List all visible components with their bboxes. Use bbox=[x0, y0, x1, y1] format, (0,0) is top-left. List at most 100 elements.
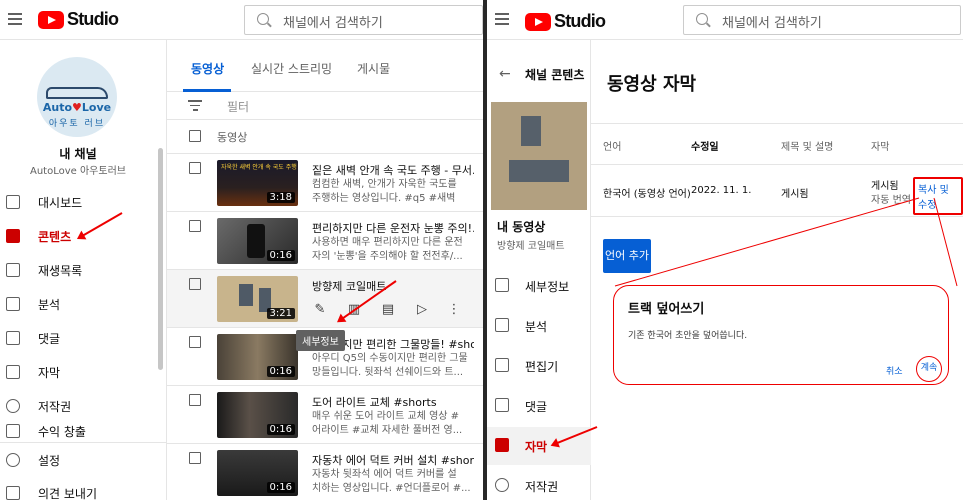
comments-icon bbox=[6, 331, 20, 345]
table-row[interactable]: 0:16 도어 라이트 교체 #shorts 매우 쉬운 도어 라이트 교체 영… bbox=[167, 386, 483, 444]
nav-settings[interactable]: 설정 bbox=[0, 443, 160, 477]
monetization-icon bbox=[6, 424, 20, 438]
row-title-status: 게시됨 bbox=[781, 189, 809, 200]
video-title[interactable]: 자동차 에어 덕트 커버 설치 #shorts bbox=[312, 452, 474, 468]
nav-analytics[interactable]: 분석 bbox=[0, 287, 160, 321]
top-bar: Studio 채널에서 검색하기 bbox=[0, 0, 483, 40]
filter-icon bbox=[188, 100, 202, 111]
table-row[interactable]: 0:16 자동차 에어 덕트 커버 설치 #shorts 자동차 뒷좌석 에어 … bbox=[167, 444, 483, 500]
filter-bar[interactable]: 필터 bbox=[167, 92, 483, 120]
nav-copyright[interactable]: 저작권 bbox=[487, 467, 591, 500]
table-row-hovered[interactable]: 3:21 방향제 코일매트 ✎ ▥ ▤ ▷ ⋮ bbox=[167, 270, 483, 328]
video-thumbnail[interactable]: 0:16 bbox=[217, 392, 298, 438]
search-box[interactable]: 채널에서 검색하기 bbox=[244, 5, 483, 35]
nav-editor[interactable]: 편집기 bbox=[487, 347, 591, 385]
nav-label: 대시보드 bbox=[38, 195, 83, 210]
video-title[interactable]: 짙은 새벽 안개 속 국도 주행 - 무서... bbox=[312, 162, 474, 178]
row-checkbox[interactable] bbox=[189, 394, 201, 406]
tab-live[interactable]: 실시간 스트리밍 bbox=[251, 60, 332, 77]
studio-logo[interactable]: Studio bbox=[525, 11, 606, 32]
desc-line: 자동차 뒷좌석 에어 덕트 커버를 설 bbox=[312, 469, 457, 480]
nav-playlists[interactable]: 재생목록 bbox=[0, 253, 160, 287]
pencil-icon[interactable]: ✎ bbox=[312, 302, 328, 318]
nav-comments[interactable]: 댓글 bbox=[0, 321, 160, 355]
nav-feedback[interactable]: 의견 보내기 bbox=[0, 476, 160, 500]
row-checkbox[interactable] bbox=[189, 278, 201, 290]
desc-line: 아우디 Q5의 수동이지만 편리한 그물 bbox=[312, 353, 468, 364]
column-language: 언어 bbox=[603, 142, 622, 153]
search-box[interactable]: 채널에서 검색하기 bbox=[683, 5, 961, 35]
continue-button[interactable]: 계속 bbox=[916, 356, 942, 382]
video-name: 방향제 코일매트 bbox=[497, 241, 565, 252]
search-icon bbox=[257, 13, 269, 25]
video-title[interactable]: 도어 라이트 교체 #shorts bbox=[312, 394, 474, 410]
subtitles-table-header: 언어 수정일 제목 및 설명 자막 bbox=[591, 123, 963, 165]
video-sidebar: ← 채널 콘텐츠 내 동영상 방향제 코일매트 세부정보 분석 편집기 댓글 자… bbox=[487, 40, 591, 500]
menu-icon[interactable] bbox=[8, 13, 22, 25]
video-duration: 0:16 bbox=[266, 250, 295, 261]
youtube-play-icon[interactable]: ▷ bbox=[414, 302, 430, 318]
studio-logo[interactable]: Studio bbox=[38, 9, 119, 30]
video-thumbnail[interactable]: 0:16 bbox=[217, 450, 298, 496]
cancel-button[interactable]: 취소 bbox=[886, 364, 903, 377]
channel-content-link[interactable]: 채널 콘텐츠 bbox=[525, 66, 584, 83]
row-checkbox[interactable] bbox=[189, 452, 201, 464]
video-thumbnail[interactable] bbox=[491, 102, 587, 210]
comments-icon[interactable]: ▤ bbox=[380, 302, 396, 318]
row-checkbox[interactable] bbox=[189, 336, 201, 348]
row-subtitle-status: 게시됨 bbox=[871, 181, 899, 192]
row-checkbox[interactable] bbox=[189, 162, 201, 174]
nav-details[interactable]: 세부정보 bbox=[487, 267, 591, 305]
video-title[interactable]: 편리하지만 다른 운전자 눈뽕 주의!... bbox=[312, 220, 474, 236]
table-row[interactable]: 자욱한 새벽 안개 속 국도 주행 3:18 짙은 새벽 안개 속 국도 주행 … bbox=[167, 154, 483, 212]
subtitles-table-row: 한국어 (동영상 언어) 2022. 11. 1. 게시됨 게시됨 자동 번역 … bbox=[591, 165, 963, 217]
nav-label: 분석 bbox=[38, 297, 61, 312]
more-options-icon[interactable]: ⋮ bbox=[446, 302, 462, 318]
page-title: 동영상 자막 bbox=[607, 74, 697, 95]
desc-line: 어라이트 #교체 자세한 풀버전 영... bbox=[312, 425, 463, 436]
row-modified: 2022. 11. 1. bbox=[691, 185, 752, 196]
row-checkbox[interactable] bbox=[189, 220, 201, 232]
nav-comments[interactable]: 댓글 bbox=[487, 387, 591, 425]
video-thumbnail[interactable]: 3:21 bbox=[217, 276, 298, 322]
sidebar-scrollbar[interactable] bbox=[158, 148, 163, 370]
video-thumbnail[interactable]: 0:16 bbox=[217, 218, 298, 264]
subtitles-main: 동영상 자막 언어 수정일 제목 및 설명 자막 한국어 (동영상 언어) 20… bbox=[591, 40, 963, 500]
select-all-checkbox[interactable] bbox=[189, 130, 201, 142]
column-modified[interactable]: 수정일 bbox=[691, 138, 719, 153]
overwrite-track-dialog: 트랙 덮어쓰기 기존 한국어 초안을 덮어씁니다. 취소 계속 bbox=[613, 285, 949, 385]
thumbnail-object bbox=[247, 224, 265, 258]
add-language-button[interactable]: 언어 추가 bbox=[603, 239, 651, 273]
nav-subtitles[interactable]: 자막 bbox=[487, 427, 591, 465]
avatar[interactable]: Auto♥Love 아우토 러브 bbox=[37, 57, 117, 137]
menu-icon[interactable] bbox=[495, 13, 509, 25]
logo-text: Studio bbox=[554, 11, 606, 31]
dashboard-icon bbox=[6, 195, 20, 209]
nav-label: 편집기 bbox=[525, 360, 559, 374]
video-description: 사용하면 매우 편리하지만 다른 운전 자의 '눈뽕'을 주의해야 할 전전후/.… bbox=[312, 236, 474, 264]
back-arrow-icon[interactable]: ← bbox=[499, 66, 511, 82]
thumbnail-caption: 자욱한 새벽 안개 속 국도 주행 bbox=[221, 164, 297, 171]
avatar-word-1: Auto bbox=[42, 101, 73, 114]
tab-videos[interactable]: 동영상 bbox=[191, 60, 224, 77]
filter-label: 필터 bbox=[227, 100, 250, 114]
row-language: 한국어 (동영상 언어) bbox=[603, 189, 691, 200]
video-thumbnail[interactable]: 자욱한 새벽 안개 속 국도 주행 3:18 bbox=[217, 160, 298, 206]
tab-posts[interactable]: 게시물 bbox=[357, 60, 390, 77]
nav-label: 수익 창출 bbox=[38, 424, 86, 439]
left-screenshot: Studio 채널에서 검색하기 Auto♥Love 아우토 러브 내 채널 A… bbox=[0, 0, 483, 500]
nav-subtitles[interactable]: 자막 bbox=[0, 355, 160, 389]
nav-dashboard[interactable]: 대시보드 bbox=[0, 185, 160, 219]
video-duration: 0:16 bbox=[266, 366, 295, 377]
nav-copyright[interactable]: 저작권 bbox=[0, 389, 160, 423]
nav-monetization[interactable]: 수익 창출 bbox=[0, 420, 160, 442]
nav-analytics[interactable]: 분석 bbox=[487, 307, 591, 345]
copy-and-edit-button[interactable]: 복사 및 수정 bbox=[913, 177, 963, 215]
nav-label: 저작권 bbox=[525, 480, 559, 494]
desc-line: 자의 '눈뽕'을 주의해야 할 전전후/... bbox=[312, 251, 463, 262]
video-thumbnail[interactable]: 0:16 bbox=[217, 334, 298, 380]
thumbnail-mat bbox=[509, 160, 569, 182]
table-header: 동영상 bbox=[167, 120, 483, 154]
table-row[interactable]: 0:16 편리하지만 다른 운전자 눈뽕 주의!... 사용하면 매우 편리하지… bbox=[167, 212, 483, 270]
subtitles-icon bbox=[495, 438, 509, 452]
